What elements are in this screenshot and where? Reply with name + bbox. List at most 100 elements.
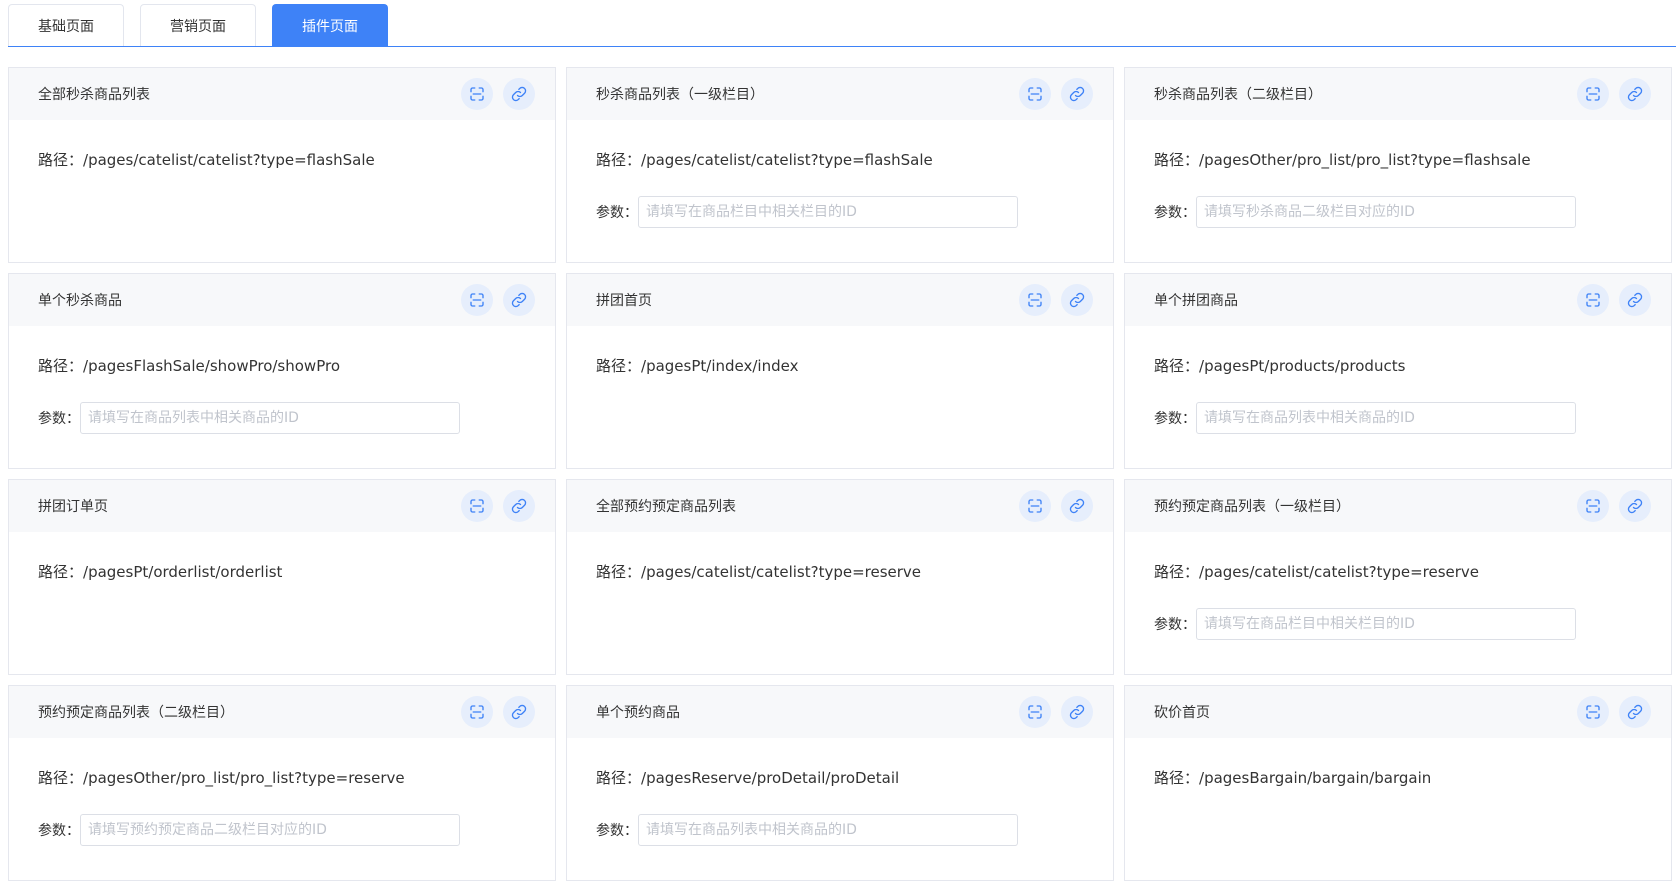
scan-qrcode-button[interactable] — [1577, 490, 1609, 522]
scan-qrcode-button[interactable] — [1577, 78, 1609, 110]
page-card-2: 秒杀商品列表（一级栏目） 路径：/pages/catelist/catelist… — [566, 67, 1114, 263]
path-value: /pagesBargain/bargain/bargain — [1199, 769, 1432, 787]
path-line: 路径：/pages/catelist/catelist?type=reserve — [1154, 562, 1671, 582]
copy-link-button[interactable] — [1619, 696, 1651, 728]
path-line: 路径：/pagesBargain/bargain/bargain — [1154, 768, 1671, 788]
card-body: 路径：/pagesOther/pro_list/pro_list?type=fl… — [1125, 120, 1671, 228]
param-row: 参数： — [1154, 402, 1671, 434]
param-label: 参数： — [38, 823, 80, 839]
card-title: 预约预定商品列表（二级栏目） — [38, 705, 234, 721]
param-label: 参数： — [1154, 617, 1196, 633]
scan-qrcode-button[interactable] — [1019, 284, 1051, 316]
param-label: 参数： — [596, 823, 638, 839]
path-line: 路径：/pagesPt/orderlist/orderlist — [38, 562, 555, 582]
card-body: 路径：/pagesPt/products/products 参数： — [1125, 326, 1671, 434]
card-body: 路径：/pages/catelist/catelist?type=flashSa… — [9, 120, 555, 170]
card-header: 拼团首页 — [567, 274, 1113, 326]
path-label: 路径： — [38, 151, 84, 169]
scan-icon — [470, 87, 484, 101]
page-card-8: 全部预约预定商品列表 路径：/pages/catelist/catelist?t… — [566, 479, 1114, 675]
copy-link-button[interactable] — [1061, 78, 1093, 110]
scan-icon — [470, 705, 484, 719]
scan-qrcode-button[interactable] — [1577, 696, 1609, 728]
card-header: 预约预定商品列表（二级栏目） — [9, 686, 555, 738]
copy-link-button[interactable] — [503, 696, 535, 728]
scan-icon — [1586, 499, 1600, 513]
scan-icon — [1586, 87, 1600, 101]
link-icon — [1069, 86, 1085, 102]
path-value: /pages/catelist/catelist?type=flashSale — [641, 151, 933, 169]
scan-qrcode-button[interactable] — [461, 284, 493, 316]
path-value: /pagesFlashSale/showPro/showPro — [83, 357, 341, 375]
tab-1[interactable]: 基础页面 — [8, 4, 124, 46]
path-label: 路径： — [1154, 563, 1200, 581]
page-card-3: 秒杀商品列表（二级栏目） 路径：/pagesOther/pro_list/pro… — [1124, 67, 1672, 263]
path-line: 路径：/pages/catelist/catelist?type=flashSa… — [596, 150, 1113, 170]
param-input[interactable] — [638, 814, 1018, 846]
param-input[interactable] — [80, 402, 460, 434]
card-body: 路径：/pagesBargain/bargain/bargain — [1125, 738, 1671, 788]
path-value: /pagesOther/pro_list/pro_list?type=reser… — [83, 769, 405, 787]
param-input[interactable] — [80, 814, 460, 846]
card-body: 路径：/pagesPt/orderlist/orderlist — [9, 532, 555, 582]
copy-link-button[interactable] — [1619, 284, 1651, 316]
copy-link-button[interactable] — [1619, 78, 1651, 110]
copy-link-button[interactable] — [503, 78, 535, 110]
card-title: 拼团订单页 — [38, 499, 108, 515]
link-icon — [1069, 292, 1085, 308]
card-header: 单个拼团商品 — [1125, 274, 1671, 326]
scan-qrcode-button[interactable] — [1019, 78, 1051, 110]
copy-link-button[interactable] — [1061, 284, 1093, 316]
copy-link-button[interactable] — [503, 490, 535, 522]
path-value: /pagesReserve/proDetail/proDetail — [641, 769, 900, 787]
card-title: 砍价首页 — [1154, 705, 1210, 721]
param-input[interactable] — [1196, 402, 1576, 434]
scan-qrcode-button[interactable] — [1019, 490, 1051, 522]
scan-qrcode-button[interactable] — [1019, 696, 1051, 728]
card-header: 拼团订单页 — [9, 480, 555, 532]
param-input[interactable] — [638, 196, 1018, 228]
page-card-9: 预约预定商品列表（一级栏目） 路径：/pages/catelist/cateli… — [1124, 479, 1672, 675]
copy-link-button[interactable] — [1619, 490, 1651, 522]
path-label: 路径： — [596, 357, 642, 375]
scan-icon — [1586, 293, 1600, 307]
param-label: 参数： — [1154, 205, 1196, 221]
page-card-1: 全部秒杀商品列表 路径：/pages/catelist/catelist?typ… — [8, 67, 556, 263]
param-input[interactable] — [1196, 608, 1576, 640]
card-header: 单个预约商品 — [567, 686, 1113, 738]
scan-qrcode-button[interactable] — [461, 490, 493, 522]
param-input[interactable] — [1196, 196, 1576, 228]
card-title: 单个拼团商品 — [1154, 293, 1238, 309]
tab-3[interactable]: 插件页面 — [272, 4, 388, 46]
card-title: 全部秒杀商品列表 — [38, 87, 150, 103]
link-icon — [1627, 498, 1643, 514]
scan-icon — [1028, 499, 1042, 513]
scan-icon — [470, 293, 484, 307]
scan-qrcode-button[interactable] — [461, 696, 493, 728]
page-card-4: 单个秒杀商品 路径：/pagesFlashSale/showPro/showPr… — [8, 273, 556, 469]
path-line: 路径：/pagesPt/index/index — [596, 356, 1113, 376]
card-title: 拼团首页 — [596, 293, 652, 309]
param-label: 参数： — [596, 205, 638, 221]
card-header: 全部预约预定商品列表 — [567, 480, 1113, 532]
link-icon — [1627, 292, 1643, 308]
param-label: 参数： — [1154, 411, 1196, 427]
tab-2[interactable]: 营销页面 — [140, 4, 256, 46]
scan-qrcode-button[interactable] — [1577, 284, 1609, 316]
scan-qrcode-button[interactable] — [461, 78, 493, 110]
path-label: 路径： — [1154, 769, 1200, 787]
card-header: 全部秒杀商品列表 — [9, 68, 555, 120]
copy-link-button[interactable] — [1061, 696, 1093, 728]
plugin-pages-grid: 全部秒杀商品列表 路径：/pages/catelist/catelist?typ… — [8, 67, 1672, 881]
card-title: 全部预约预定商品列表 — [596, 499, 736, 515]
link-icon — [1627, 86, 1643, 102]
param-row: 参数： — [38, 814, 555, 846]
card-header: 秒杀商品列表（一级栏目） — [567, 68, 1113, 120]
copy-link-button[interactable] — [503, 284, 535, 316]
path-label: 路径： — [596, 563, 642, 581]
card-title: 预约预定商品列表（一级栏目） — [1154, 499, 1350, 515]
card-body: 路径：/pagesPt/index/index — [567, 326, 1113, 376]
scan-icon — [1028, 705, 1042, 719]
path-label: 路径： — [596, 769, 642, 787]
copy-link-button[interactable] — [1061, 490, 1093, 522]
